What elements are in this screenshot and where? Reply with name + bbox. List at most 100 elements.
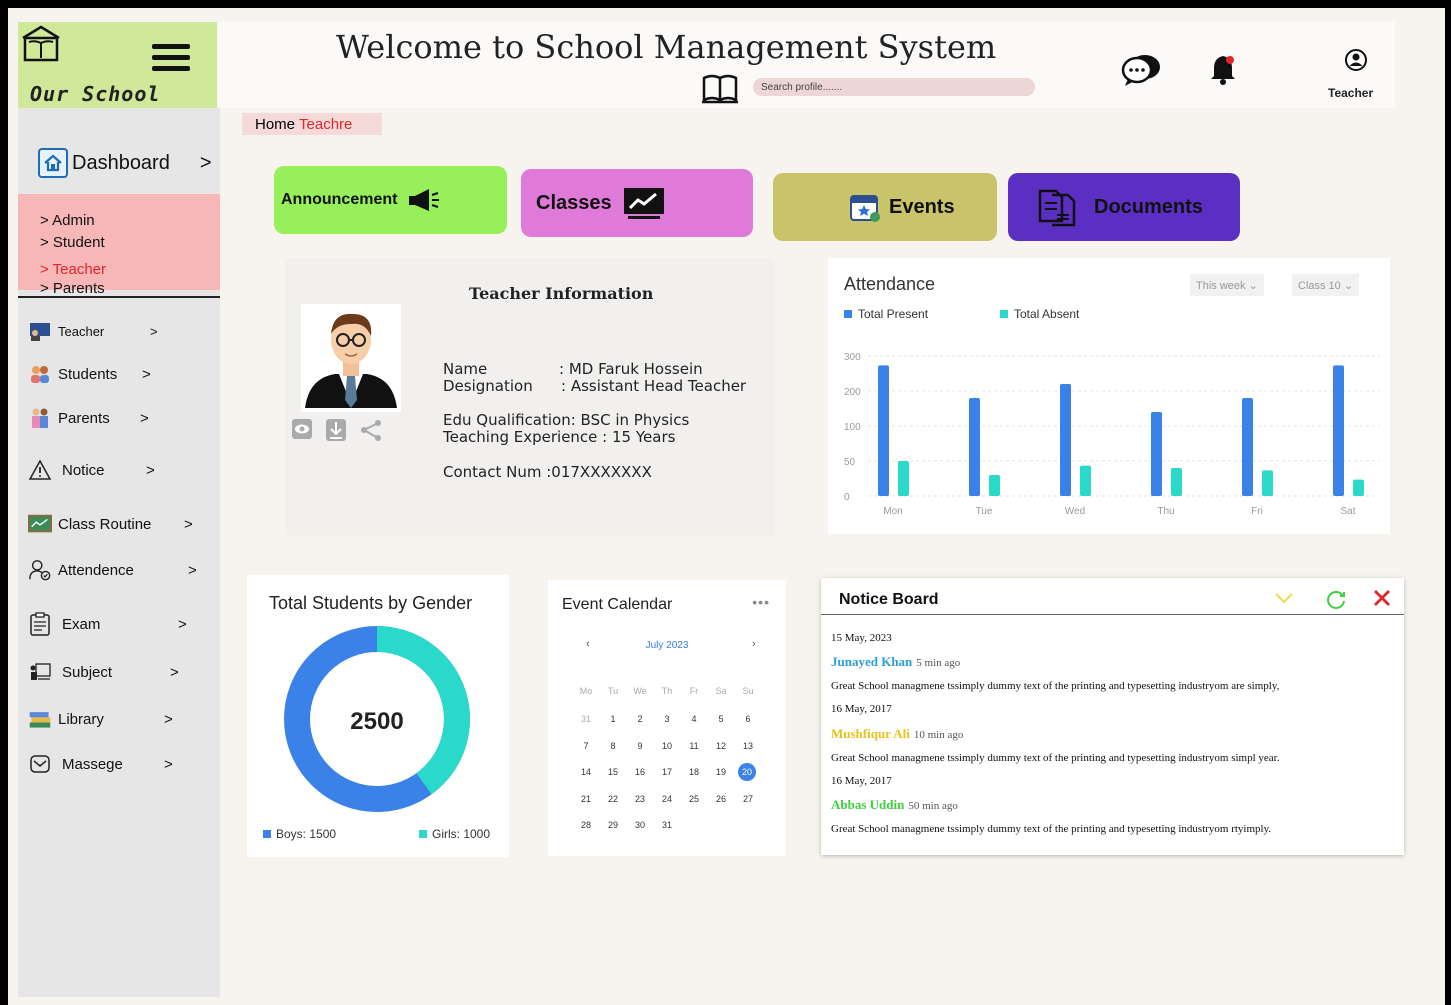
calendar-day[interactable]: 20 bbox=[738, 763, 756, 781]
sidebar-item-teacher[interactable]: Teacher > bbox=[28, 320, 158, 342]
sidebar-item-class-routine[interactable]: Class Routine > bbox=[28, 513, 193, 535]
sidebar-item-notice[interactable]: Notice > bbox=[28, 459, 155, 481]
collapse-chevron-icon[interactable] bbox=[1273, 588, 1295, 608]
calendar-day[interactable]: 30 bbox=[630, 816, 650, 834]
calendar-day[interactable]: 5 bbox=[711, 710, 731, 728]
bar-present bbox=[969, 398, 980, 496]
calendar-day[interactable]: 13 bbox=[738, 737, 758, 755]
sidebar-item-students[interactable]: Students > bbox=[28, 363, 151, 385]
gender-card: Total Students by Gender 2500 Boys: 1500… bbox=[247, 575, 509, 857]
sidebar-item-parents[interactable]: Parents > bbox=[28, 407, 149, 429]
calendar-day[interactable]: 23 bbox=[630, 790, 650, 808]
calendar-day[interactable]: 10 bbox=[657, 737, 677, 755]
submenu-teacher[interactable]: > Teacher bbox=[40, 261, 106, 278]
chat-icon[interactable] bbox=[1120, 52, 1162, 88]
y-tick-label: 200 bbox=[844, 387, 861, 398]
calendar-day[interactable]: 29 bbox=[603, 816, 623, 834]
calendar-day[interactable]: 24 bbox=[657, 790, 677, 808]
sidebar-dashboard[interactable]: Dashboard > bbox=[38, 148, 212, 178]
notice-time: 5 min ago bbox=[916, 657, 961, 669]
classes-button[interactable]: Classes bbox=[521, 169, 753, 237]
calendar-day[interactable]: 27 bbox=[738, 790, 758, 808]
share-icon[interactable] bbox=[359, 418, 383, 442]
calendar-day[interactable]: 19 bbox=[711, 763, 731, 781]
view-icon[interactable] bbox=[291, 418, 313, 440]
sidebar-item-label: Parents bbox=[58, 409, 110, 427]
bar-absent bbox=[898, 461, 909, 496]
calendar-next-button[interactable]: › bbox=[752, 638, 756, 650]
calendar-month: July 2023 bbox=[645, 640, 689, 651]
calendar-day[interactable]: 17 bbox=[657, 763, 677, 781]
calendar-day[interactable]: 16 bbox=[630, 763, 650, 781]
calendar-day[interactable]: 7 bbox=[576, 737, 596, 755]
notification-bell-icon[interactable] bbox=[1208, 52, 1238, 86]
bar-absent bbox=[1262, 470, 1273, 496]
sidebar-divider bbox=[18, 296, 220, 298]
calendar-weekday: Th bbox=[661, 686, 673, 696]
calendar-day[interactable]: 4 bbox=[684, 710, 704, 728]
submenu-student[interactable]: > Student bbox=[40, 234, 105, 251]
calendar-day[interactable]: 14 bbox=[576, 763, 596, 781]
sidebar-item-library[interactable]: Library > bbox=[28, 708, 173, 730]
legend-boys-label: Boys: 1500 bbox=[276, 827, 337, 841]
close-icon[interactable] bbox=[1372, 588, 1392, 608]
submenu-admin[interactable]: > Admin bbox=[40, 212, 95, 229]
calendar-day[interactable]: 31 bbox=[657, 816, 677, 834]
school-book-icon bbox=[22, 25, 60, 62]
teacher-contact: Contact Num :017XXXXXXX bbox=[443, 463, 652, 481]
y-tick-label: 300 bbox=[844, 352, 861, 363]
calendar-day[interactable]: 1 bbox=[603, 710, 623, 728]
calendar-day[interactable]: 21 bbox=[576, 790, 596, 808]
calendar-day[interactable]: 26 bbox=[711, 790, 731, 808]
announcement-label: Announcement bbox=[281, 191, 398, 208]
name-label: Name bbox=[443, 360, 488, 378]
notice-author[interactable]: Abbas Uddin bbox=[831, 797, 904, 812]
sidebar-item-subject[interactable]: Subject > bbox=[28, 661, 179, 683]
search-input[interactable] bbox=[753, 78, 1035, 96]
calendar-day[interactable]: 18 bbox=[684, 763, 704, 781]
calendar-day[interactable]: 12 bbox=[711, 737, 731, 755]
menu-toggle-icon[interactable] bbox=[152, 44, 190, 74]
calendar-day[interactable]: 11 bbox=[684, 737, 704, 755]
calendar-day[interactable]: 22 bbox=[603, 790, 623, 808]
notice-board-card: Notice Board 15 May, 2023 Junayed Khan 5 … bbox=[821, 578, 1404, 855]
sidebar-item-massege[interactable]: Massege > bbox=[28, 753, 173, 775]
sidebar-item-exam[interactable]: Exam > bbox=[28, 612, 187, 636]
calendar-day[interactable]: 31 bbox=[576, 710, 596, 728]
megaphone-icon bbox=[409, 189, 440, 211]
attendance-card: Attendance This week ⌄ Class 10 ⌄ Total … bbox=[828, 258, 1390, 534]
books-icon bbox=[28, 708, 52, 730]
legend-boys: Boys: 1500 bbox=[263, 827, 336, 841]
calendar-more-icon[interactable]: ••• bbox=[752, 594, 770, 610]
calendar-day[interactable]: 8 bbox=[603, 737, 623, 755]
chevron-right-icon: > bbox=[142, 365, 151, 383]
notice-author[interactable]: Junayed Khan bbox=[831, 654, 912, 669]
legend-girls: Girls: 1000 bbox=[419, 827, 490, 841]
events-button[interactable]: Events bbox=[773, 173, 997, 241]
sidebar-item-label: Teacher bbox=[58, 323, 105, 339]
classes-label: Classes bbox=[536, 191, 612, 214]
submenu-parents[interactable]: > Parents bbox=[40, 280, 105, 297]
calendar-day[interactable]: 3 bbox=[657, 710, 677, 728]
calendar-day[interactable]: 28 bbox=[576, 816, 596, 834]
calendar-day[interactable]: 6 bbox=[738, 710, 758, 728]
legend-girls-label: Girls: 1000 bbox=[432, 827, 491, 841]
calendar-day[interactable]: 15 bbox=[603, 763, 623, 781]
notice-date: 15 May, 2023 bbox=[831, 632, 892, 644]
chevron-right-icon: > bbox=[184, 515, 193, 533]
announcement-button[interactable]: Announcement bbox=[274, 166, 507, 234]
refresh-icon[interactable] bbox=[1325, 588, 1347, 610]
calendar-day[interactable]: 25 bbox=[684, 790, 704, 808]
breadcrumb-home[interactable]: Home bbox=[255, 116, 295, 133]
calendar-day[interactable]: 9 bbox=[630, 737, 650, 755]
sidebar-item-attendence[interactable]: Attendence > bbox=[28, 559, 197, 581]
calendar-weekday: Mo bbox=[579, 686, 593, 696]
legend-boys-swatch bbox=[263, 830, 271, 838]
notice-author[interactable]: Mushfiqur Ali bbox=[831, 726, 910, 741]
documents-button[interactable]: Documents bbox=[1008, 173, 1240, 241]
user-avatar-icon[interactable] bbox=[1344, 48, 1368, 72]
calendar-day[interactable]: 2 bbox=[630, 710, 650, 728]
chevron-right-icon: > bbox=[164, 755, 173, 773]
download-icon[interactable] bbox=[325, 418, 347, 442]
dashboard-submenu: > Admin > Student > Teacher > Parents bbox=[18, 194, 220, 297]
